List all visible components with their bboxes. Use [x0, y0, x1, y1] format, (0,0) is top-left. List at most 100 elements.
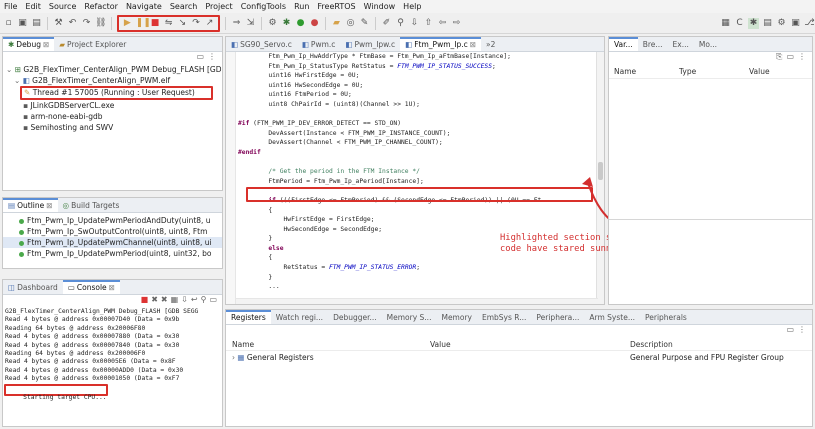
elf-row[interactable]: ⌄ ◧ G2B_FlexTimer_CenterAlign_PWM.elf — [3, 75, 222, 86]
tab-registers-group[interactable]: EmbSys R... — [477, 310, 531, 324]
show-type-icon[interactable]: ⎘ — [776, 52, 782, 65]
tab-editor-file[interactable]: ◧ SG90_Servo.c — [226, 37, 297, 51]
run-icon[interactable]: ⚙ — [267, 18, 278, 29]
perspective-git-icon[interactable]: ⎇ — [804, 18, 815, 29]
step-over-icon[interactable]: ↷ — [191, 18, 202, 29]
toggle-mark-icon[interactable]: ✐ — [381, 18, 392, 29]
menu-item-project[interactable]: Project — [201, 2, 236, 11]
build-icon[interactable]: ⚒ — [53, 18, 64, 29]
menu-item-search[interactable]: Search — [166, 2, 201, 11]
tab-registers-group[interactable]: Watch regi... — [271, 310, 328, 324]
expand-icon[interactable]: ▭ — [786, 325, 794, 338]
undo-icon[interactable]: ↶ — [67, 18, 78, 29]
variables-divider[interactable] — [609, 219, 812, 220]
resume-icon[interactable]: ▶ — [122, 18, 133, 29]
step-filter-icon[interactable]: ⇒ — [231, 18, 242, 29]
clear-console-icon[interactable]: ▦ — [171, 295, 179, 308]
link-icon[interactable]: ⛓ — [95, 18, 106, 29]
perspective-config-icon[interactable]: ⚙ — [776, 18, 787, 29]
remove-launch-icon[interactable]: ✖ — [151, 295, 158, 308]
tab-console[interactable]: ▭ Console ⊠ — [62, 280, 120, 294]
column-name[interactable]: Name — [609, 67, 679, 76]
tab-editor-file[interactable]: ◧ Pwm.c — [297, 37, 341, 51]
save-all-icon[interactable]: ▤ — [31, 18, 42, 29]
tab-registers-group[interactable]: Peripherals — [640, 310, 692, 324]
expanded-chevron-icon[interactable]: ⌄ — [6, 65, 12, 74]
collapse-all-icon[interactable]: ▭ — [196, 52, 204, 64]
close-icon[interactable]: ⊠ — [470, 39, 476, 51]
menu-item-freertos[interactable]: FreeRTOS — [313, 2, 359, 11]
tab-editor-file[interactable]: ◧ Pwm_Ipw.c — [340, 37, 400, 51]
tab-registers-group[interactable]: Memory — [436, 310, 477, 324]
menu-item-help[interactable]: Help — [399, 2, 425, 11]
view-menu-icon[interactable]: ⋮ — [798, 52, 806, 65]
outline-item[interactable]: Ftm_Pwm_Ip_SwOutputControl(uint8, uint8,… — [3, 226, 222, 237]
scroll-lock-icon[interactable]: ⇩ — [181, 295, 188, 308]
disconnect-icon[interactable]: ⇋ — [163, 18, 174, 29]
column-description[interactable]: Description — [630, 340, 810, 349]
debug-icon[interactable]: ✱ — [281, 18, 292, 29]
view-menu-icon[interactable]: ⋮ — [798, 325, 806, 338]
debug-tree-item[interactable]: ▪ JLinkGDBServerCL.exe — [3, 100, 222, 111]
terminate-icon[interactable]: ■ — [141, 295, 149, 308]
perspective-open-icon[interactable]: ▦ — [720, 18, 731, 29]
outline-item[interactable]: Ftm_Pwm_Ip_UpdatePwmChannel(uint8, uint8… — [3, 237, 222, 248]
pin-console-icon[interactable]: ⚲ — [201, 295, 207, 308]
register-group-row[interactable]: › ▦ General Registers General Purpose and… — [226, 351, 812, 364]
forward-icon[interactable]: ⇨ — [451, 18, 462, 29]
word-wrap-icon[interactable]: ↩ — [191, 295, 198, 308]
debug-tree-item[interactable]: ▪ Semihosting and SWV — [3, 122, 222, 133]
tab-variables-group[interactable]: Var... — [609, 37, 638, 51]
terminate-icon[interactable]: ■ — [150, 18, 161, 29]
outline-item[interactable]: Ftm_Pwm_Ip_UpdatePwmPeriod(uint8, uint32… — [3, 248, 222, 259]
redo-icon[interactable]: ↷ — [81, 18, 92, 29]
tab-registers-group[interactable]: Memory S... — [382, 310, 437, 324]
horizontal-scrollbar[interactable] — [236, 298, 598, 304]
suspend-icon[interactable]: ❚❚ — [136, 18, 151, 29]
outline-item[interactable]: Ftm_Pwm_Ip_UpdatePwmPeriodAndDuty(uint8,… — [3, 215, 222, 226]
perspective-chip-icon[interactable]: ▣ — [790, 18, 801, 29]
column-value[interactable]: Value — [749, 67, 809, 76]
tab-variables-group[interactable]: Bre... — [638, 37, 668, 51]
pin-icon[interactable]: ⚲ — [395, 18, 406, 29]
expanded-chevron-icon[interactable]: ⌄ — [14, 76, 20, 85]
column-value[interactable]: Value — [430, 340, 630, 349]
menu-item-navigate[interactable]: Navigate — [122, 2, 166, 11]
tab-dashboard[interactable]: ◫ Dashboard — [3, 280, 63, 294]
remove-all-icon[interactable]: ✖ — [161, 295, 168, 308]
debug-tree-item[interactable]: ▪ arm-none-eabi-gdb — [3, 111, 222, 122]
tab-outline[interactable]: ▤ Outline ⊠ — [3, 198, 58, 212]
menu-item-edit[interactable]: Edit — [21, 2, 45, 11]
open-type-icon[interactable]: ◎ — [345, 18, 356, 29]
column-name[interactable]: Name — [226, 340, 430, 349]
prev-annotation-icon[interactable]: ⇧ — [423, 18, 434, 29]
display-console-icon[interactable]: ▭ — [209, 295, 217, 308]
launch-config-row[interactable]: ⌄ ⊞ G2B_FlexTimer_CenterAlign_PWM Debug_… — [3, 64, 222, 75]
tab-debug[interactable]: ✱ Debug ⊠ — [3, 37, 55, 51]
instruction-step-icon[interactable]: ⇲ — [245, 18, 256, 29]
external-tools-icon[interactable]: ● — [309, 18, 320, 29]
menu-item-window[interactable]: Window — [360, 2, 400, 11]
tab-editor-file[interactable]: ◧ Ftm_Pwm_Ip.c ⊠ — [400, 37, 482, 51]
menu-item-run[interactable]: Run — [290, 2, 313, 11]
next-annotation-icon[interactable]: ⇩ — [409, 18, 420, 29]
run-launch-icon[interactable]: ● — [295, 18, 306, 29]
tab-build-targets[interactable]: ◎ Build Targets — [58, 198, 125, 212]
tab-variables-group[interactable]: Mo... — [694, 37, 722, 51]
magic-wand-icon[interactable]: ✎ — [359, 18, 370, 29]
new-icon[interactable]: ▫ — [3, 18, 14, 29]
tab-registers-group[interactable]: Registers — [226, 310, 271, 324]
column-type[interactable]: Type — [679, 67, 749, 76]
tab-registers-group[interactable]: Debugger... — [328, 310, 382, 324]
back-icon[interactable]: ⇦ — [437, 18, 448, 29]
save-icon[interactable]: ▣ — [17, 18, 28, 29]
step-into-icon[interactable]: ↘ — [177, 18, 188, 29]
perspective-device-icon[interactable]: ▤ — [762, 18, 773, 29]
tab-editor-file[interactable]: »2 — [481, 37, 500, 51]
collapse-all-icon[interactable]: ▭ — [786, 52, 794, 65]
tab-variables-group[interactable]: Ex... — [668, 37, 694, 51]
view-menu-icon[interactable]: ⋮ — [208, 52, 216, 64]
step-return-icon[interactable]: ↗ — [204, 18, 215, 29]
open-folder-icon[interactable]: ▰ — [331, 18, 342, 29]
perspective-debug-icon[interactable]: ✱ — [748, 17, 759, 29]
